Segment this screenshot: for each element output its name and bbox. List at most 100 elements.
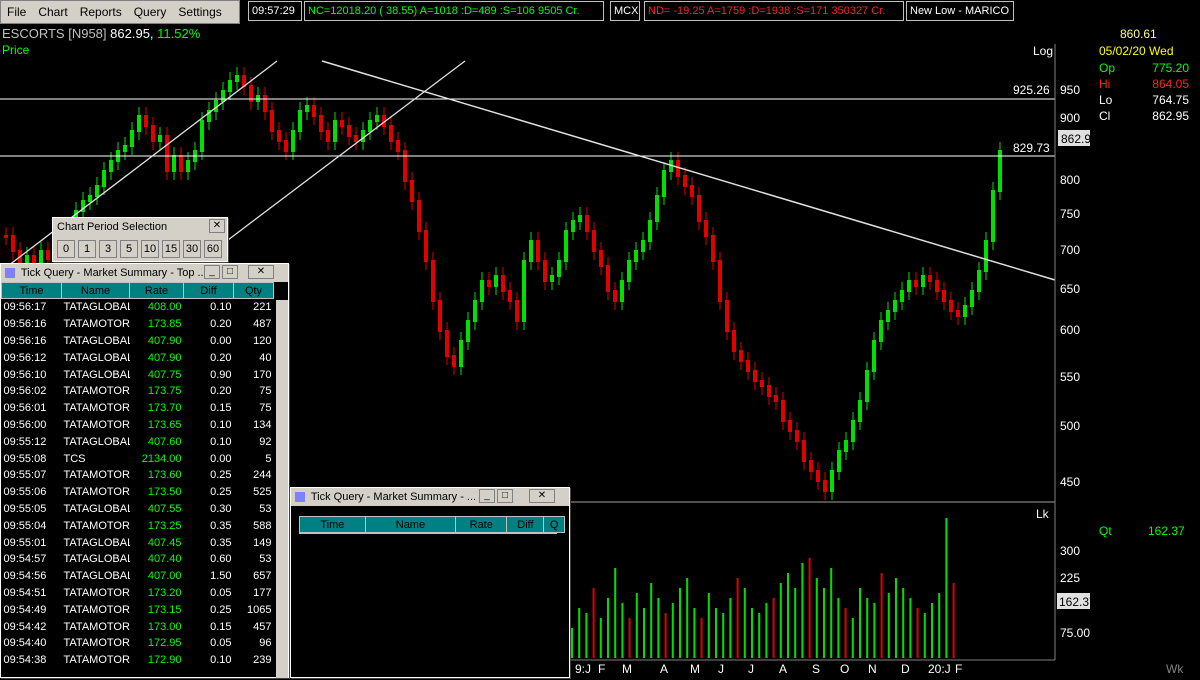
table-row[interactable]: 09:55:12 TATAGLOBAL 407.60 0.10 92: [2, 433, 274, 450]
name-cell: TATAMOTOR: [63, 637, 130, 650]
column-header-rate[interactable]: Rate: [129, 282, 184, 299]
period-button-3[interactable]: 3: [99, 240, 117, 258]
qty-cell: 40: [259, 351, 272, 364]
table-row[interactable]: 09:55:06 TATAMOTOR 173.50 0.25 525: [2, 484, 274, 501]
candle-body: [746, 360, 750, 372]
nd-ticker[interactable]: ND= -19.25 A=1759 :D=1938 :S=171 350327 …: [644, 1, 904, 21]
table-row[interactable]: 09:56:17 TATAGLOBAL 408.00 0.10 221: [2, 299, 274, 316]
candle-body: [354, 135, 358, 142]
menu-reports[interactable]: Reports: [74, 5, 128, 19]
candle-body: [431, 260, 435, 302]
rate-cell: 172.95: [147, 637, 182, 650]
ohlc-value: 864.05: [1152, 77, 1189, 91]
app-icon: [5, 268, 15, 279]
period-button-10[interactable]: 10: [141, 240, 159, 258]
table-row[interactable]: 09:56:16 TATAMOTOR 173.85 0.20 487: [2, 316, 274, 333]
column-header-name[interactable]: Name: [61, 282, 130, 299]
close-icon[interactable]: ✕: [529, 489, 555, 503]
period-button-0[interactable]: 0: [57, 240, 75, 258]
column-header-rate[interactable]: Rate: [455, 516, 508, 533]
candle-body: [634, 250, 638, 262]
candle-body: [137, 115, 141, 132]
column-header-diff[interactable]: Diff: [183, 282, 234, 299]
table-row[interactable]: 09:56:16 TATAGLOBAL 407.90 0.00 120: [2, 333, 274, 350]
candle-body: [200, 120, 204, 152]
table-row[interactable]: 09:56:10 TATAGLOBAL 407.75 0.90 170: [2, 366, 274, 383]
menu-query[interactable]: Query: [128, 5, 173, 19]
price-tick: 950: [1060, 83, 1080, 97]
rate-cell: 173.25: [147, 519, 182, 532]
nse-ticker[interactable]: NC=12018.20 ( 38.55) A=1018 :D=489 :S=10…: [304, 1, 604, 21]
name-cell: TATAGLOBAL: [63, 536, 130, 549]
ohlc-row-hi: Hi 864.05: [1099, 77, 1189, 93]
rate-cell: 407.40: [147, 553, 182, 566]
name-cell: TATAGLOBAL: [63, 351, 130, 364]
maximize-icon[interactable]: □: [222, 265, 238, 279]
table-row[interactable]: 09:54:42 TATAMOTOR 173.00 0.15 457: [2, 618, 274, 635]
period-button-1[interactable]: 1: [78, 240, 96, 258]
candle-body: [690, 185, 694, 197]
table-row[interactable]: 09:54:49 TATAMOTOR 173.15 0.25 1065: [2, 601, 274, 618]
candle-body: [11, 235, 15, 252]
column-header-time[interactable]: Time: [299, 516, 366, 533]
table-row[interactable]: 09:56:02 TATAMOTOR 173.75 0.20 75: [2, 383, 274, 400]
candle-body: [697, 195, 701, 222]
menu-file[interactable]: File: [1, 5, 32, 19]
minimize-icon[interactable]: _: [479, 489, 495, 503]
column-header-time[interactable]: Time: [1, 282, 62, 299]
table-row[interactable]: 09:55:04 TATAMOTOR 173.25 0.35 588: [2, 517, 274, 534]
table-row[interactable]: 09:54:38 TATAMOTOR 172.90 0.10 239: [2, 652, 274, 669]
table-row[interactable]: 09:55:05 TATAGLOBAL 407.55 0.30 53: [2, 501, 274, 518]
qty-cell: 53: [259, 502, 272, 515]
tick-window-titlebar: Tick Query - Market Summary - Top ... _ …: [1, 264, 288, 282]
candle-body: [970, 290, 974, 307]
candle-body: [599, 250, 603, 267]
menu-settings[interactable]: Settings: [172, 5, 227, 19]
tick-scrollbar[interactable]: [276, 300, 288, 678]
candle-body: [501, 275, 505, 292]
menu-chart[interactable]: Chart: [32, 5, 73, 19]
diff-cell: 0.20: [210, 385, 232, 398]
diff-cell: 0.20: [210, 318, 232, 331]
candle-body: [438, 300, 442, 332]
time-cell: 09:54:40: [3, 637, 47, 650]
column-header-name[interactable]: Name: [364, 516, 457, 533]
table-row[interactable]: 09:54:56 TATAGLOBAL 407.00 1.50 657: [2, 568, 274, 585]
table-row[interactable]: 09:55:08 TCS 2134.00 0.00 5: [2, 450, 274, 467]
table-row[interactable]: 09:54:40 TATAMOTOR 172.95 0.05 96: [2, 635, 274, 652]
line-label-lower: 829.73: [1013, 141, 1050, 155]
column-header-q[interactable]: Q: [543, 516, 565, 533]
vol-tick-225: 225: [1060, 571, 1080, 585]
qty-cell: 149: [253, 536, 272, 549]
period-button-5[interactable]: 5: [120, 240, 138, 258]
candle-body: [921, 275, 925, 287]
mcx-label[interactable]: MCX: [610, 1, 640, 21]
period-button-15[interactable]: 15: [162, 240, 180, 258]
period-button-60[interactable]: 60: [204, 240, 222, 258]
time-cell: 09:56:12: [3, 351, 47, 364]
qty-cell: 1065: [247, 603, 272, 616]
period-button-30[interactable]: 30: [183, 240, 201, 258]
table-row[interactable]: 09:56:01 TATAMOTOR 173.70 0.15 75: [2, 400, 274, 417]
table-row[interactable]: 09:55:07 TATAMOTOR 173.60 0.25 244: [2, 467, 274, 484]
diff-cell: 0.90: [210, 368, 232, 381]
candle-body: [942, 290, 946, 302]
table-row[interactable]: 09:54:57 TATAGLOBAL 407.40 0.60 53: [2, 551, 274, 568]
close-icon[interactable]: ✕: [248, 265, 274, 279]
minimize-icon[interactable]: _: [204, 265, 220, 279]
alert-ticker[interactable]: New Low - MARICO: [906, 1, 1014, 21]
diff-cell: 0.25: [210, 603, 232, 616]
column-header-diff[interactable]: Diff: [506, 516, 545, 533]
table-row[interactable]: 09:56:12 TATAGLOBAL 407.90 0.20 40: [2, 349, 274, 366]
candle-body: [788, 420, 792, 432]
candle-body: [781, 400, 785, 422]
maximize-icon[interactable]: □: [497, 489, 513, 503]
rate-cell: 173.00: [147, 620, 182, 633]
rate-cell: 173.85: [147, 318, 182, 331]
column-header-qty[interactable]: Qty: [233, 282, 274, 299]
table-row[interactable]: 09:54:51 TATAMOTOR 173.20 0.05 177: [2, 585, 274, 602]
time-cell: 09:56:16: [3, 334, 47, 347]
table-row[interactable]: 09:55:01 TATAGLOBAL 407.45 0.35 149: [2, 534, 274, 551]
close-icon[interactable]: ✕: [209, 219, 225, 233]
table-row[interactable]: 09:56:00 TATAMOTOR 173.65 0.10 134: [2, 417, 274, 434]
